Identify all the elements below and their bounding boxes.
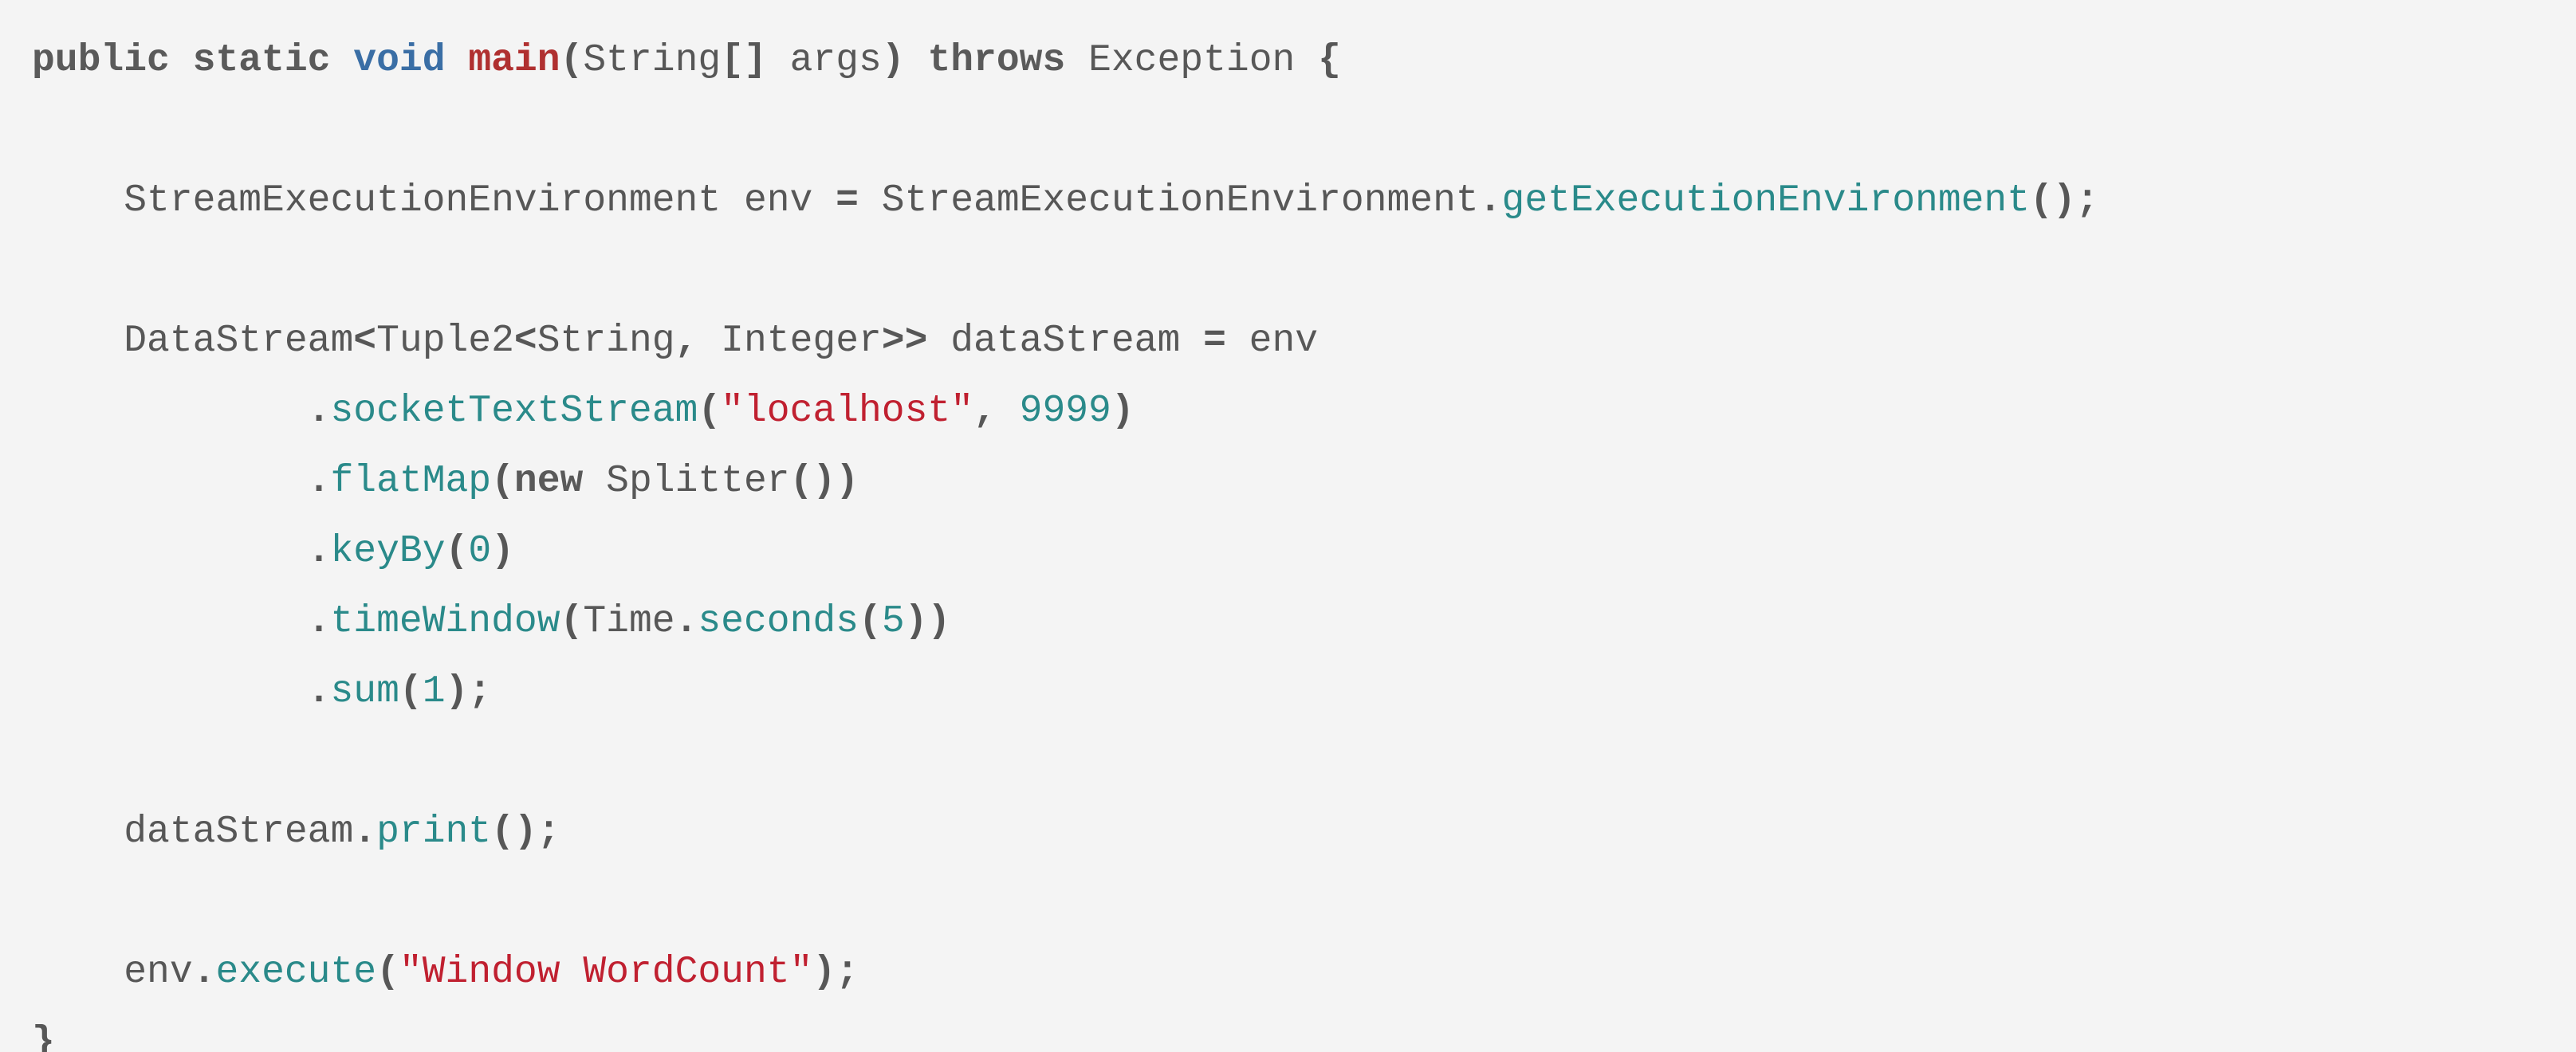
code-token: = — [1203, 320, 1226, 363]
code-token: ); — [812, 951, 859, 994]
code-token: ) — [882, 39, 905, 82]
code-token: , — [675, 320, 698, 363]
code-token: 5 — [882, 600, 905, 643]
code-token: Exception — [1065, 39, 1318, 82]
code-token — [997, 390, 1020, 433]
code-token: socketTextStream — [330, 390, 698, 433]
code-token: . — [1479, 179, 1502, 222]
code-token: void — [353, 39, 445, 82]
code-token: ()) — [790, 460, 859, 503]
code-token: ) — [1111, 390, 1135, 433]
code-token: execute — [215, 951, 376, 994]
code-token — [32, 600, 308, 643]
code-token: 0 — [468, 530, 491, 573]
code-token: ( — [698, 390, 721, 433]
code-token: Integer — [698, 320, 881, 363]
code-token: . — [308, 390, 331, 433]
code-token: args — [790, 39, 882, 82]
code-token: timeWindow — [330, 600, 560, 643]
code-token: "Window WordCount" — [399, 951, 812, 994]
code-token: String — [537, 320, 675, 363]
code-token — [32, 670, 308, 713]
code-token: ) — [491, 530, 514, 573]
code-token: StreamExecutionEnvironment — [859, 179, 1479, 222]
code-token: . — [675, 600, 698, 643]
code-token: flatMap — [330, 460, 491, 503]
code-token: keyBy — [330, 530, 445, 573]
code-token: ( — [376, 951, 399, 994]
code-token: >> — [882, 320, 928, 363]
code-token — [905, 39, 928, 82]
code-token: "localhost" — [721, 390, 973, 433]
code-token: )) — [905, 600, 951, 643]
code-token: dataStream — [927, 320, 1203, 363]
code-token: DataStream — [32, 320, 353, 363]
code-token: ( — [560, 600, 584, 643]
code-token: < — [514, 320, 537, 363]
code-token: { — [1318, 39, 1341, 82]
code-token: seconds — [698, 600, 859, 643]
code-token: String — [583, 39, 721, 82]
code-token: print — [376, 811, 491, 854]
code-token: ); — [446, 670, 492, 713]
code-token — [170, 39, 193, 82]
code-token: (); — [2030, 179, 2098, 222]
code-token: ( — [446, 530, 469, 573]
code-token: Tuple2 — [376, 320, 514, 363]
code-token — [32, 460, 308, 503]
code-token: . — [308, 530, 331, 573]
code-token: public — [32, 39, 170, 82]
code-token: 9999 — [1020, 390, 1111, 433]
code-token: StreamExecutionEnvironment env — [32, 179, 836, 222]
code-token: main — [468, 39, 560, 82]
code-token: static — [193, 39, 331, 82]
code-token: < — [353, 320, 376, 363]
code-token: . — [308, 460, 331, 503]
code-token: Splitter — [583, 460, 789, 503]
code-token: [] — [721, 39, 789, 82]
code-token: . — [308, 600, 331, 643]
code-token: new — [514, 460, 583, 503]
code-token: ( — [859, 600, 882, 643]
code-token: sum — [330, 670, 399, 713]
code-token: . — [308, 670, 331, 713]
code-token: throws — [927, 39, 1065, 82]
code-token: dataStream — [32, 811, 353, 854]
code-token: ( — [491, 460, 514, 503]
code-block: public static void main(String[] args) t… — [0, 0, 2576, 1052]
code-token: , — [973, 390, 997, 433]
code-token: } — [32, 1021, 55, 1052]
code-token: (); — [491, 811, 560, 854]
code-token: 1 — [423, 670, 446, 713]
code-content: public static void main(String[] args) t… — [32, 39, 2098, 1052]
code-token: . — [353, 811, 376, 854]
code-token: . — [193, 951, 216, 994]
code-token — [446, 39, 469, 82]
code-token: Time — [583, 600, 674, 643]
code-token: = — [836, 179, 859, 222]
code-token: env — [32, 951, 193, 994]
code-token: ( — [399, 670, 423, 713]
code-token: getExecutionEnvironment — [1502, 179, 2031, 222]
code-token — [330, 39, 353, 82]
code-token: ( — [560, 39, 584, 82]
code-token — [32, 530, 308, 573]
